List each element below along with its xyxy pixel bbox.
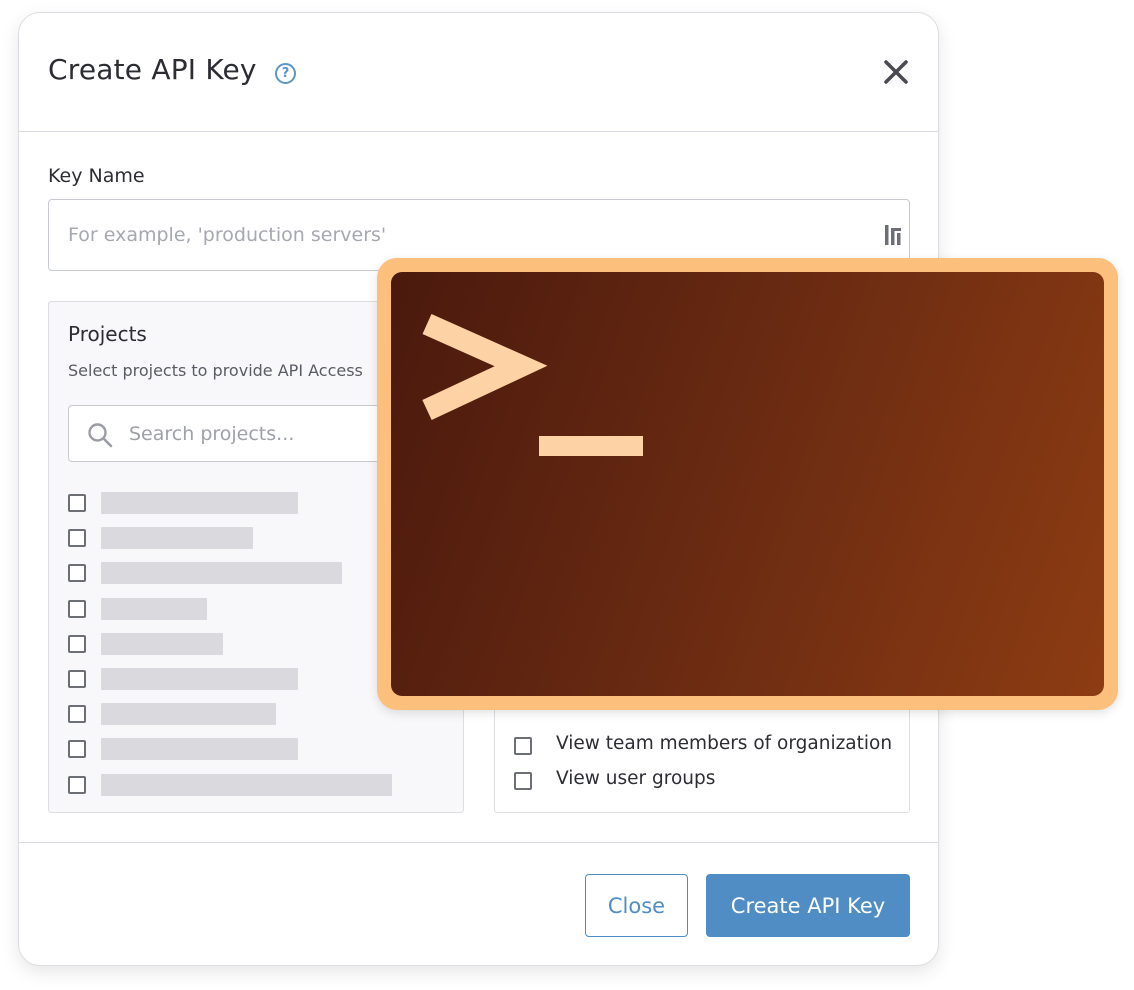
project-checkbox[interactable] (68, 494, 86, 512)
project-name-placeholder (101, 597, 207, 620)
project-name-placeholder (101, 527, 253, 550)
dialog-title: Create API Key (48, 53, 257, 86)
project-name-placeholder (101, 773, 392, 796)
terminal-icon (422, 313, 643, 456)
password-manager-icon[interactable] (885, 224, 903, 246)
projects-title: Projects (68, 322, 147, 346)
close-button[interactable]: Close (585, 874, 688, 937)
project-checkbox[interactable] (68, 705, 86, 724)
create-api-key-button[interactable]: Create API Key (706, 874, 910, 937)
project-checkbox[interactable] (68, 599, 86, 618)
project-checkbox[interactable] (68, 529, 86, 548)
project-row[interactable] (68, 738, 458, 773)
project-name-placeholder (101, 667, 298, 690)
project-name-placeholder (101, 562, 342, 585)
dialog-footer: Close Create API Key (19, 842, 938, 966)
dialog-header: Create API Key ? (19, 13, 938, 132)
projects-subtitle: Select projects to provide API Access (68, 361, 363, 380)
terminal-screen (391, 272, 1104, 696)
permission-label: View team members of organization (556, 733, 893, 754)
close-icon[interactable] (881, 57, 911, 87)
key-name-label: Key Name (48, 165, 145, 187)
project-checkbox[interactable] (68, 564, 86, 583)
project-checkbox[interactable] (68, 634, 86, 653)
project-name-placeholder (101, 738, 298, 761)
permission-checkbox[interactable] (514, 737, 532, 755)
help-icon[interactable]: ? (275, 63, 296, 84)
terminal-overlay (377, 258, 1118, 710)
project-name-placeholder (101, 632, 223, 655)
project-row[interactable] (68, 773, 458, 809)
permission-checkbox[interactable] (514, 772, 532, 790)
project-name-placeholder (101, 703, 276, 726)
project-name-placeholder (101, 492, 298, 514)
project-checkbox[interactable] (68, 775, 86, 794)
project-checkbox[interactable] (68, 669, 86, 688)
project-checkbox[interactable] (68, 740, 86, 759)
search-icon (88, 423, 113, 448)
permission-label: View user groups (556, 768, 716, 789)
